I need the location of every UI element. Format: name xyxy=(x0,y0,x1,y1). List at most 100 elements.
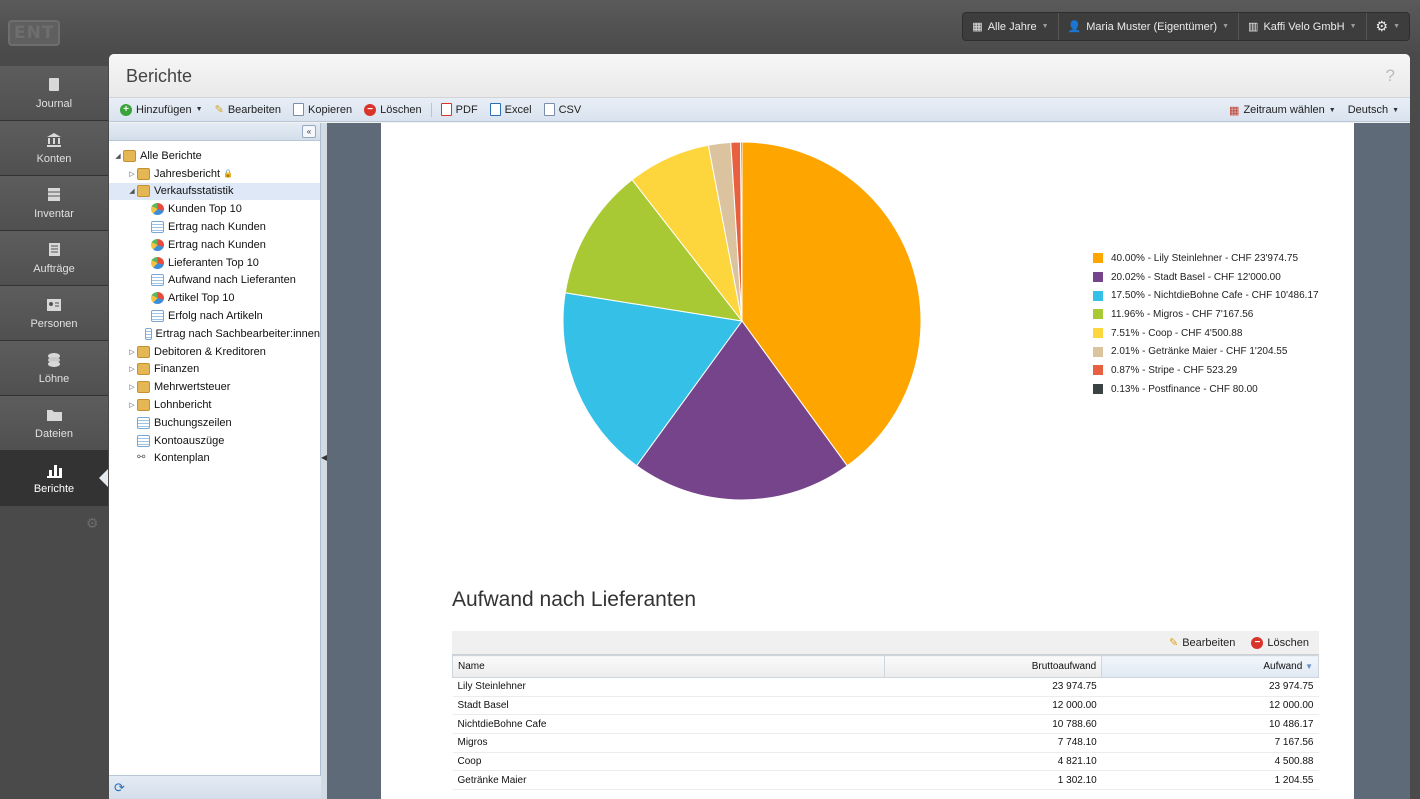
tree-item[interactable]: Ertrag nach Kunden xyxy=(109,218,320,236)
grid-delete-button[interactable]: − Löschen xyxy=(1245,633,1315,653)
legend-item[interactable]: 11.96% - Migros - CHF 7'167.56 xyxy=(1093,305,1319,324)
folder-icon xyxy=(137,381,150,394)
excel-button[interactable]: Excel xyxy=(484,100,538,120)
expand-toggle-icon[interactable]: ▷ xyxy=(127,170,137,178)
nav-konten-label: Konten xyxy=(36,153,72,165)
cell-bruttoaufwand: 7 748.10 xyxy=(884,733,1102,753)
app-logo[interactable]: ENT xyxy=(8,20,100,54)
delete-button[interactable]: − Löschen xyxy=(358,100,428,120)
tree-item[interactable]: Artikel Top 10 xyxy=(109,289,320,307)
company-selector[interactable]: ▥ Kaffi Velo GmbH ▼ xyxy=(1238,13,1365,40)
tree-item[interactable]: Buchungszeilen xyxy=(109,414,320,432)
table-row[interactable]: Coop 4 821.10 4 500.88 xyxy=(452,752,1319,772)
legend-item[interactable]: 17.50% - NichtdieBohne Cafe - CHF 10'486… xyxy=(1093,286,1319,305)
legend-item[interactable]: 0.87% - Stripe - CHF 523.29 xyxy=(1093,361,1319,380)
tree-item[interactable]: Kontoauszüge xyxy=(109,432,320,450)
language-button[interactable]: Deutsch ▼ xyxy=(1342,100,1405,120)
table-icon xyxy=(137,416,150,429)
legend-item[interactable]: 2.01% - Getränke Maier - CHF 1'204.55 xyxy=(1093,342,1319,361)
legend-item[interactable]: 20.02% - Stadt Basel - CHF 12'000.00 xyxy=(1093,268,1319,287)
nav-dateien[interactable]: Dateien xyxy=(0,396,108,451)
nav-loehne-label: Löhne xyxy=(38,373,70,385)
tree-item[interactable]: Kunden Top 10 xyxy=(109,200,320,218)
nav-konten[interactable]: Konten xyxy=(0,121,108,176)
nav-inventar-label: Inventar xyxy=(34,208,74,220)
copy-button[interactable]: Kopieren xyxy=(287,100,358,120)
pdf-button[interactable]: PDF xyxy=(435,100,484,120)
tree-item-label: Erfolg nach Artikeln xyxy=(168,310,263,323)
legend-item[interactable]: 7.51% - Coop - CHF 4'500.88 xyxy=(1093,324,1319,343)
csv-button[interactable]: CSV xyxy=(538,100,588,120)
copy-button-label: Kopieren xyxy=(308,103,353,116)
user-menu[interactable]: 👤 Maria Muster (Eigentümer) ▼ xyxy=(1057,13,1238,40)
csv-icon xyxy=(543,103,555,116)
column-header-aufwand[interactable]: Aufwand ▼ xyxy=(1101,655,1319,678)
coins-icon xyxy=(46,351,62,368)
expand-toggle-icon[interactable]: ▷ xyxy=(127,383,137,391)
tree-item[interactable]: ▷ Jahresbericht 🔒 xyxy=(109,165,320,183)
table-icon xyxy=(137,434,150,447)
expand-toggle-icon[interactable]: ◢ xyxy=(127,187,137,195)
add-button[interactable]: + Hinzufügen ▼ xyxy=(114,100,209,120)
tree-item[interactable]: Lieferanten Top 10 xyxy=(109,254,320,272)
tree-item[interactable]: ◢ Alle Berichte xyxy=(109,147,320,165)
collapse-panel-button[interactable]: « xyxy=(302,125,316,138)
nav-personen[interactable]: Personen xyxy=(0,286,108,341)
refresh-icon[interactable]: ⟳ xyxy=(114,780,125,796)
expand-toggle-icon[interactable]: ▷ xyxy=(127,365,137,373)
grid-edit-button[interactable]: ✎ Bearbeiten xyxy=(1163,633,1241,653)
nav-berichte[interactable]: Berichte xyxy=(0,451,108,506)
period-button[interactable]: ▦ Zeitraum wählen ▼ xyxy=(1223,100,1342,120)
cell-name: Coop xyxy=(452,752,885,772)
tree-item[interactable]: ▷ Lohnbericht xyxy=(109,396,320,414)
chevron-down-icon: ▼ xyxy=(195,106,203,113)
legend-swatch xyxy=(1093,384,1103,395)
nav-journal[interactable]: Journal xyxy=(0,66,108,121)
grid-edit-label: Bearbeiten xyxy=(1182,636,1236,649)
nav-inventar[interactable]: Inventar xyxy=(0,176,108,231)
cell-name: Migros xyxy=(452,733,885,753)
tree-item[interactable]: Ertrag nach Sachbearbeiter:innen xyxy=(109,325,320,343)
tree-item-label: Kontenplan xyxy=(154,452,210,465)
chevron-down-icon: ▼ xyxy=(1222,23,1230,30)
table-row[interactable]: Migros 7 748.10 7 167.56 xyxy=(452,733,1319,753)
gear-icon[interactable]: ⚙ xyxy=(86,515,99,532)
nav-auftraege[interactable]: Aufträge xyxy=(0,231,108,286)
help-icon[interactable]: ? xyxy=(1386,66,1395,86)
tree-item[interactable]: ⚯ Kontenplan xyxy=(109,450,320,468)
tree-item[interactable]: ▷ Mehrwertsteuer xyxy=(109,378,320,396)
nav-loehne[interactable]: Löhne xyxy=(0,341,108,396)
report-tree-panel: « ◢ Alle Berichte ▷ Jahresbericht 🔒 ◢ Verkaufs… xyxy=(109,123,321,799)
table-row[interactable]: Getränke Maier 1 302.10 1 204.55 xyxy=(452,770,1319,791)
legend-swatch xyxy=(1093,328,1103,339)
legend-item[interactable]: 0.13% - Postfinance - CHF 80.00 xyxy=(1093,380,1319,399)
nav-personen-label: Personen xyxy=(30,318,78,330)
gear-icon: ⚙ xyxy=(1375,18,1389,34)
expand-toggle-icon[interactable]: ▷ xyxy=(127,348,137,356)
table-row[interactable]: Lily Steinlehner 23 974.75 23 974.75 xyxy=(452,677,1319,697)
column-header-name[interactable]: Name xyxy=(451,655,886,678)
tree-item[interactable]: Aufwand nach Lieferanten xyxy=(109,272,320,290)
tree-item-label: Ertrag nach Kunden xyxy=(168,221,266,234)
folder-icon xyxy=(137,345,150,358)
tree-item[interactable]: Ertrag nach Kunden xyxy=(109,236,320,254)
sort-desc-icon: ▼ xyxy=(1305,662,1313,671)
legend-label: 7.51% - Coop - CHF 4'500.88 xyxy=(1111,327,1243,339)
tree-item[interactable]: ◢ Verkaufsstatistik xyxy=(109,182,320,201)
copy-icon xyxy=(293,103,305,116)
year-selector[interactable]: ▦ Alle Jahre ▼ xyxy=(963,13,1057,40)
pencil-icon: ✎ xyxy=(214,104,224,116)
table-row[interactable]: Stadt Basel 12 000.00 12 000.00 xyxy=(452,696,1319,716)
table-row[interactable]: NichtdieBohne Cafe 10 788.60 10 486.17 xyxy=(452,714,1319,735)
tree-item[interactable]: Erfolg nach Artikeln xyxy=(109,307,320,325)
edit-button[interactable]: ✎ Bearbeiten xyxy=(209,100,287,120)
cell-bruttoaufwand: 4 821.10 xyxy=(884,752,1102,772)
tree-item[interactable]: ▷ Finanzen xyxy=(109,361,320,379)
tree-item[interactable]: ▷ Debitoren & Kreditoren xyxy=(109,343,320,361)
column-header-bruttoaufwand[interactable]: Bruttoaufwand xyxy=(884,655,1103,678)
expand-toggle-icon[interactable]: ◢ xyxy=(113,152,123,160)
settings-menu[interactable]: ⚙ ▼ xyxy=(1365,13,1410,40)
legend-item[interactable]: 40.00% - Lily Steinlehner - CHF 23'974.7… xyxy=(1093,249,1319,268)
excel-icon xyxy=(489,103,501,116)
expand-toggle-icon[interactable]: ▷ xyxy=(127,401,137,409)
